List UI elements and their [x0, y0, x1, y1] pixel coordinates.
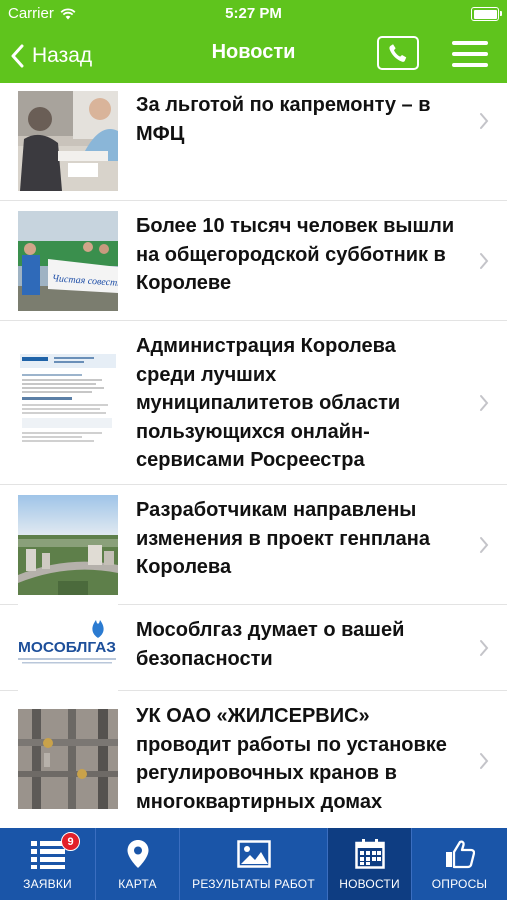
- news-title: За льготой по капремонту – в МФЦ: [136, 94, 431, 145]
- calendar-icon: [354, 838, 385, 870]
- tab-bar: 9 ЗАЯВКИ КАРТА РЕЗУЛЬТАТЫ РАБОТ НОВОСТИ …: [0, 828, 507, 900]
- call-button[interactable]: [377, 36, 419, 70]
- menu-icon-line: [452, 63, 488, 67]
- mosoblgaz-logo-image: МОСОБЛГАЗ: [18, 598, 118, 698]
- chevron-right-icon: [480, 113, 489, 129]
- subbotnik-crowd-image: Чистая совесть: [18, 211, 118, 311]
- tab-label: КАРТА: [118, 877, 157, 891]
- tab-results[interactable]: РЕЗУЛЬТАТЫ РАБОТ: [180, 828, 328, 900]
- map-pin-icon: [126, 838, 150, 870]
- tab-label: РЕЗУЛЬТАТЫ РАБОТ: [192, 877, 315, 891]
- tab-label: ОПРОСЫ: [431, 877, 488, 891]
- back-label: Назад: [32, 44, 93, 67]
- news-item[interactable]: За льготой по капремонту – в МФЦ: [0, 83, 507, 201]
- pipes-valves-image: [18, 709, 118, 809]
- news-title: УК ОАО «ЖИЛСЕРВИС» проводит работы по ус…: [136, 705, 447, 813]
- people-at-desk-image: [18, 91, 118, 191]
- news-title: Разработчикам направлены изменения в про…: [136, 499, 430, 578]
- back-button[interactable]: Назад: [10, 38, 92, 74]
- tab-map[interactable]: КАРТА: [96, 828, 180, 900]
- news-thumbnail: [18, 352, 118, 452]
- chevron-right-icon: [480, 253, 489, 269]
- tab-news[interactable]: НОВОСТИ: [328, 828, 412, 900]
- news-item[interactable]: Чистая совесть Более 10 тысяч человек вы…: [0, 201, 507, 321]
- logo-text: МОСОБЛГАЗ: [18, 639, 116, 656]
- image-icon: [236, 838, 271, 870]
- chevron-right-icon: [480, 640, 489, 656]
- news-item[interactable]: МОСОБЛГАЗ Мособлгаз думает о вашей безоп…: [0, 598, 507, 698]
- chevron-right-icon: [480, 395, 489, 411]
- news-title: Мособлгаз думает о вашей безопасности: [136, 619, 405, 670]
- news-item[interactable]: УК ОАО «ЖИЛСЕРВИС» проводит работы по ус…: [0, 691, 507, 828]
- tab-label: НОВОСТИ: [339, 877, 400, 891]
- chevron-left-icon: [11, 44, 24, 68]
- news-thumbnail: МОСОБЛГАЗ: [18, 598, 118, 698]
- tab-requests[interactable]: 9 ЗАЯВКИ: [0, 828, 96, 900]
- top-bar: Carrier 5:27 PM Назад Новости: [0, 0, 507, 83]
- news-thumbnail: [18, 495, 118, 595]
- news-item[interactable]: Разработчикам направлены изменения в про…: [0, 485, 507, 605]
- chevron-right-icon: [480, 753, 489, 769]
- news-thumbnail: Чистая совесть: [18, 211, 118, 311]
- news-list: За льготой по капремонту – в МФЦ Чистая …: [0, 83, 507, 828]
- phone-icon: [389, 44, 407, 62]
- menu-icon: [452, 41, 488, 45]
- thumbs-up-icon: [445, 838, 475, 870]
- document-screenshot-image: [18, 352, 118, 452]
- news-thumbnail: [18, 709, 118, 809]
- tab-label: ЗАЯВКИ: [23, 877, 72, 891]
- notification-badge: 9: [61, 832, 80, 851]
- status-bar: Carrier 5:27 PM: [0, 0, 507, 30]
- menu-icon-line: [452, 52, 488, 56]
- news-item[interactable]: Администрация Королева среди лучших муни…: [0, 321, 507, 485]
- list-icon: [30, 838, 65, 870]
- battery-icon: [471, 7, 502, 21]
- status-time: 5:27 PM: [225, 5, 282, 22]
- news-title: Администрация Королева среди лучших муни…: [136, 335, 401, 471]
- news-title: Более 10 тысяч человек вышли на общегоро…: [136, 215, 455, 294]
- nav-bar: Назад Новости: [0, 30, 507, 83]
- menu-button[interactable]: [450, 38, 490, 70]
- chevron-right-icon: [480, 537, 489, 553]
- news-thumbnail: [18, 91, 118, 191]
- city-aerial-image: [18, 495, 118, 595]
- tab-polls[interactable]: ОПРОСЫ: [412, 828, 507, 900]
